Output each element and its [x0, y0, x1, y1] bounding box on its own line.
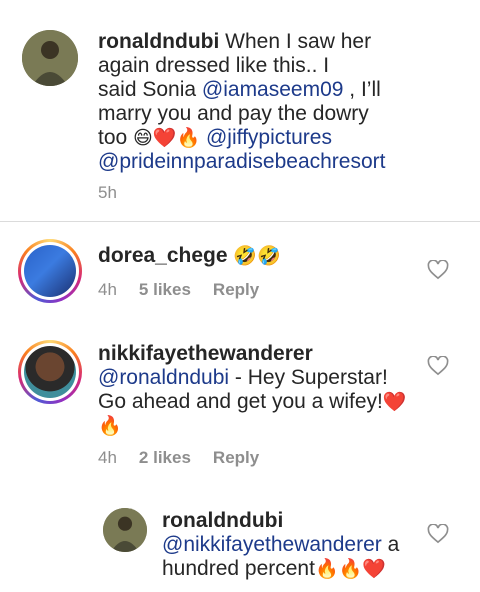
username[interactable]: nikkifayethewanderer	[98, 342, 313, 365]
comment-body-line: too	[98, 126, 134, 149]
timestamp: 5h	[98, 183, 117, 202]
comment-dorea-chege: dorea_chege 🤣🤣 4h 5 likes Reply	[0, 222, 480, 322]
comment-ronaldndubi-1: ronaldndubi When I saw her again dressed…	[0, 0, 480, 221]
avatar-nikkifayethewanderer[interactable]	[18, 340, 82, 404]
emoji-heart: ❤️	[382, 391, 407, 413]
emoji-fire: 🔥	[98, 415, 122, 437]
avatar-ronaldndubi[interactable]	[22, 30, 78, 86]
comment-body-line: - Hey Superstar!	[229, 366, 388, 389]
comment-meta: 4h 2 likes Reply	[98, 448, 259, 468]
username[interactable]: ronaldndubi	[162, 509, 283, 532]
comment-body-line: hundred percent	[162, 557, 315, 580]
comment-body-line: again dressed like this.. I	[98, 54, 330, 77]
timestamp: 4h	[98, 280, 117, 299]
comment-text: ronaldndubi When I saw her again dressed…	[98, 30, 468, 174]
comment-nikkifayethewanderer: nikkifayethewanderer @ronaldndubi - Hey …	[0, 322, 480, 472]
emoji-group: 🤣🤣	[233, 245, 281, 267]
reply-button[interactable]: Reply	[213, 280, 259, 300]
username[interactable]: dorea_chege	[98, 244, 228, 267]
likes-count[interactable]: 2 likes	[139, 448, 191, 468]
mention-link[interactable]: @jiffypictures	[200, 126, 332, 149]
emoji-group: 🔥🔥❤️	[314, 558, 386, 580]
reply-ronaldndubi: ronaldndubi @nikkifayethewanderer a hund…	[0, 500, 480, 592]
comment-body-line: said Sonia	[98, 78, 202, 101]
comment-text: dorea_chege 🤣🤣	[98, 244, 281, 268]
emoji-group: 😄❤️🔥	[133, 127, 201, 149]
reply-button[interactable]: Reply	[213, 448, 259, 468]
comment-body-line: When I saw her	[225, 30, 372, 53]
comment-body-line: , I’ll	[343, 78, 381, 101]
avatar-photo-icon	[22, 30, 78, 86]
comment-body-line: Go ahead and get you a wifey!	[98, 390, 383, 413]
heart-outline-icon[interactable]	[427, 356, 449, 376]
comment-text: nikkifayethewanderer @ronaldndubi - Hey …	[98, 342, 448, 438]
comment-body-line: a	[381, 533, 400, 556]
avatar-dorea-chege[interactable]	[18, 239, 82, 303]
heart-outline-icon[interactable]	[427, 260, 449, 280]
avatar-photo-icon	[103, 508, 147, 552]
timestamp: 4h	[98, 448, 117, 467]
mention-link[interactable]: @ronaldndubi	[98, 366, 229, 389]
username[interactable]: ronaldndubi	[98, 30, 219, 53]
mention-link[interactable]: @prideinnparadisebeachresort	[98, 150, 468, 174]
comment-text: ronaldndubi @nikkifayethewanderer a hund…	[162, 509, 442, 581]
comment-body-line: marry you and pay the dowry	[98, 102, 369, 125]
mention-link[interactable]: @iamaseem09	[202, 78, 344, 101]
mention-link[interactable]: @nikkifayethewanderer	[162, 533, 382, 556]
comment-meta: 4h 5 likes Reply	[98, 280, 259, 300]
likes-count[interactable]: 5 likes	[139, 280, 191, 300]
comment-meta: 5h	[98, 183, 117, 203]
heart-outline-icon[interactable]	[427, 524, 449, 544]
avatar-ronaldndubi[interactable]	[103, 508, 147, 552]
